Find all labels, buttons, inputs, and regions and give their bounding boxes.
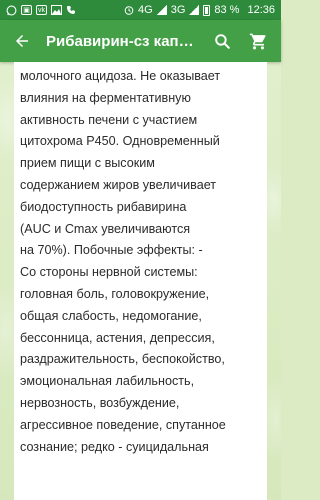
whatsapp-icon bbox=[6, 5, 17, 16]
article-line: биодоступность рибавирина bbox=[20, 199, 187, 214]
article-line: нервозность, возбуждение, bbox=[20, 395, 180, 410]
image-icon bbox=[51, 5, 62, 15]
cart-button[interactable] bbox=[243, 26, 273, 56]
article-line: прием пищи с высоким bbox=[20, 156, 155, 171]
app-bar: Рибавирин-сз кап… bbox=[0, 20, 281, 62]
article-line: цитохрома P450. Одновременный bbox=[20, 134, 220, 149]
article-line: активность печени с участием bbox=[20, 112, 198, 127]
back-arrow-icon bbox=[16, 35, 28, 47]
battery-icon bbox=[203, 4, 211, 16]
article-line: агрессивное поведение, спутанное bbox=[20, 417, 226, 432]
phone-icon bbox=[66, 5, 76, 15]
search-button[interactable] bbox=[207, 26, 237, 56]
article-line: головная боль, головокружение, bbox=[20, 286, 210, 301]
cart-icon bbox=[249, 33, 266, 49]
status-left-icons: ▣ vk bbox=[6, 5, 76, 16]
article-line: на 70%). Побочные эффекты: - bbox=[20, 243, 203, 258]
article-line: бессонница, астения, депрессия, bbox=[20, 330, 215, 345]
network-4g-label: 4G bbox=[138, 4, 153, 16]
article-card: молочного ацидоза. Не оказывает влияния … bbox=[14, 62, 267, 500]
alarm-icon bbox=[124, 5, 134, 15]
signal-icon bbox=[156, 5, 167, 15]
notification-app-icon: ▣ bbox=[21, 5, 32, 15]
article-line: (AUC и Cmax увеличиваются bbox=[20, 221, 191, 236]
status-right-icons: 4G 3G 83 % 12:36 bbox=[124, 4, 275, 16]
article-line: Со стороны нервной системы: bbox=[20, 265, 198, 280]
page-title: Рибавирин-сз кап… bbox=[46, 32, 194, 50]
article-body: молочного ацидоза. Не оказывает влияния … bbox=[20, 66, 261, 458]
article-line: общая слабость, недомогание, bbox=[20, 308, 202, 323]
article-line: раздражительность, беспокойство, bbox=[20, 352, 225, 367]
article-line: молочного ацидоза. Не оказывает bbox=[20, 69, 221, 83]
article-line: сознание; редко - суицидальная bbox=[20, 439, 209, 454]
clock-time: 12:36 bbox=[247, 4, 275, 16]
article-line: содержанием жиров увеличивает bbox=[20, 177, 217, 192]
status-bar: ▣ vk 4G 3G 83 % 12:36 bbox=[0, 0, 281, 20]
article-line: эмоциональная лабильность, bbox=[20, 374, 195, 389]
search-icon bbox=[214, 33, 230, 49]
vk-icon: vk bbox=[36, 5, 47, 15]
battery-percent: 83 % bbox=[214, 4, 240, 16]
article-line: влияния на ферментативную bbox=[20, 90, 191, 105]
back-button[interactable] bbox=[8, 27, 36, 55]
signal-icon-2 bbox=[189, 5, 200, 15]
network-3g-label: 3G bbox=[170, 4, 186, 16]
